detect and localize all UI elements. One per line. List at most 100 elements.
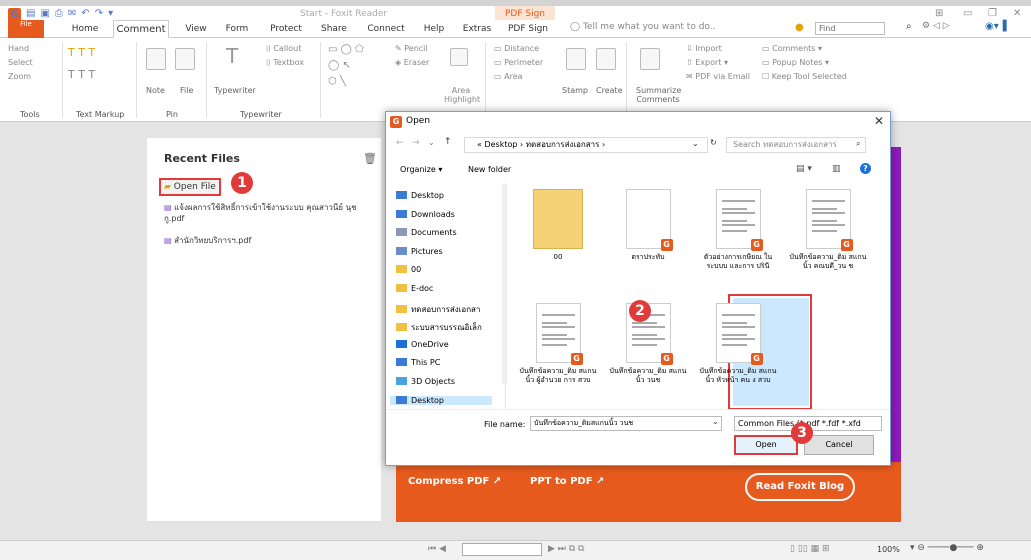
distance-button[interactable]: ▭ Distance <box>494 44 539 53</box>
help-icon[interactable]: ? <box>860 163 871 174</box>
user-icon[interactable]: ◉▾▐ <box>985 21 1006 32</box>
new-folder-button[interactable]: New folder <box>468 165 511 174</box>
strikeout-icon[interactable]: T T T <box>68 68 95 81</box>
file-item[interactable]: G บันทึกข้อความ_ติม สแกนนิ้ว คณบดี_วน ช <box>788 189 868 271</box>
nav-item[interactable]: This PC <box>396 358 440 367</box>
nav-item[interactable]: 00 <box>396 265 421 274</box>
tab-file[interactable]: File <box>8 20 44 38</box>
nav-item[interactable]: Documents <box>396 228 457 237</box>
tab-protect[interactable]: Protect <box>265 20 307 38</box>
minimize-icon[interactable]: ▭ <box>963 8 972 19</box>
tab-home[interactable]: Home <box>70 20 100 38</box>
import-button[interactable]: ⇩ Import <box>686 44 722 53</box>
forward-icon[interactable]: → <box>412 138 420 148</box>
file-button[interactable]: File <box>180 86 193 95</box>
keep-tool-selected-checkbox[interactable]: ☐ Keep Tool Selected <box>762 72 847 81</box>
nav-item[interactable]: Desktop <box>390 395 492 405</box>
nav-item[interactable]: E-doc <box>396 284 433 293</box>
folder-search-input[interactable]: Search ทดสอบการส่งเอกสาร <box>726 137 866 153</box>
shapes-icon[interactable]: ▭ ◯ ⬠ <box>328 44 364 55</box>
area-button[interactable]: ▭ Area <box>494 72 523 81</box>
eraser-button[interactable]: ◈ Eraser <box>395 58 429 67</box>
arrow-icon[interactable]: ◯ ↖ <box>328 60 351 71</box>
popup-notes-button[interactable]: ▭ Popup Notes ▾ <box>762 58 829 67</box>
read-blog-button[interactable]: Read Foxit Blog <box>745 473 855 501</box>
file-name-input[interactable]: บันทึกข้อความ_ติมสแกนนิ้ว วนช <box>530 416 722 431</box>
area-highlight-icon[interactable] <box>450 48 468 66</box>
tell-me-search[interactable]: ◯ Tell me what you want to do.. <box>570 22 716 32</box>
nav-item[interactable]: ระบบสารบรรณอิเล็ก <box>396 321 482 334</box>
polygon-icon[interactable]: ⬡ ╲ <box>328 76 346 87</box>
organize-button[interactable]: Organize ▾ <box>400 165 442 174</box>
close-icon[interactable]: ✕ <box>1013 8 1021 19</box>
chevron-down-icon[interactable]: ⌄ <box>712 417 719 426</box>
summarize-icon[interactable] <box>640 48 660 70</box>
recent-file-item[interactable]: ▤ แจ้งผลการใช้สิทธิ์การเข้าใช้งานระบบ คุ… <box>164 202 374 224</box>
note-icon[interactable] <box>146 48 166 70</box>
page-number-input[interactable] <box>462 543 542 556</box>
stamp-icon[interactable] <box>566 48 586 70</box>
refresh-icon[interactable]: ↻ <box>710 138 717 147</box>
textbox-button[interactable]: ⌷ Textbox <box>266 58 304 68</box>
select-tool[interactable]: Select <box>8 58 33 67</box>
tab-share[interactable]: Share <box>318 20 350 38</box>
summarize-button[interactable]: Summarize Comments <box>636 86 681 104</box>
stamp-button[interactable]: Stamp <box>562 86 588 95</box>
tab-connect[interactable]: Connect <box>364 20 408 38</box>
typewriter-icon[interactable]: T <box>226 44 238 68</box>
bulb-icon[interactable]: ● <box>795 22 804 33</box>
hand-tool[interactable]: Hand <box>8 44 29 53</box>
trash-icon[interactable]: 🗑 <box>363 152 377 165</box>
page-nav-next-icon[interactable]: ▶ ⏭ ⧉ ⧉ <box>548 544 584 554</box>
zoom-slider[interactable]: ▾ ⊖ ────●─── ⊕ <box>910 543 984 553</box>
file-item[interactable]: 00 <box>518 189 598 262</box>
open-button[interactable]: Open <box>734 435 798 455</box>
settings-icon[interactable]: ⚙ ◁ ▷ <box>922 21 950 31</box>
nav-item[interactable]: OneDrive <box>396 339 449 349</box>
view-options-icon[interactable]: ▤ ▾ <box>796 164 812 174</box>
back-icon[interactable]: ← <box>396 138 404 148</box>
callout-button[interactable]: ⌷ Callout <box>266 44 301 54</box>
zoom-tool[interactable]: Zoom <box>8 72 31 81</box>
create-stamp-icon[interactable] <box>596 48 616 70</box>
perimeter-button[interactable]: ▭ Perimeter <box>494 58 543 67</box>
close-icon[interactable]: ✕ <box>874 114 884 128</box>
note-button[interactable]: Note <box>146 86 165 95</box>
restore-icon[interactable]: ❐ <box>988 8 997 19</box>
nav-item[interactable]: Desktop <box>396 191 444 200</box>
tab-view[interactable]: View <box>182 20 210 38</box>
tab-form[interactable]: Form <box>222 20 252 38</box>
nav-scrollbar[interactable] <box>502 184 507 384</box>
create-button[interactable]: Create <box>596 86 623 95</box>
pdf-via-email-button[interactable]: ✉ PDF via Email <box>686 72 750 81</box>
nav-item[interactable]: Downloads <box>396 209 455 219</box>
search-icon[interactable]: ⌕ <box>906 21 912 32</box>
compress-pdf-link[interactable]: Compress PDF ↗ <box>408 476 501 487</box>
tab-extras[interactable]: Extras <box>460 20 494 38</box>
area-highlight-button[interactable]: Area Highlight <box>444 86 480 104</box>
file-item[interactable]: G ตัวอย่างการเกษียณ ในระบบบ และการ ปรินี <box>698 189 778 271</box>
find-input[interactable]: Find <box>815 22 885 35</box>
preview-pane-icon[interactable]: ▥ <box>832 164 841 174</box>
address-dropdown-icon[interactable]: ⌄ <box>692 139 699 148</box>
nav-item[interactable]: 3D Objects <box>396 377 455 386</box>
nav-item[interactable]: ทดสอบการส่งเอกสา <box>396 303 480 316</box>
file-item[interactable]: G ตราประทับ <box>608 189 688 262</box>
nav-item[interactable]: Pictures <box>396 246 443 256</box>
cancel-button[interactable]: Cancel <box>804 435 874 455</box>
export-button[interactable]: ⇧ Export ▾ <box>686 58 728 67</box>
open-file-button[interactable]: ▰ Open File <box>159 178 221 196</box>
up-icon[interactable]: ↑ <box>444 137 452 147</box>
recent-locations-icon[interactable]: ⌄ <box>428 138 435 147</box>
grid-icon[interactable]: ⊞ <box>935 8 943 19</box>
file-attach-icon[interactable] <box>175 48 195 70</box>
file-item[interactable]: G บันทึกข้อความ_ติม สแกนนิ้ว หัวหน้า คน ง… <box>698 303 778 385</box>
tab-pdf-sign[interactable]: PDF Sign <box>505 20 551 38</box>
address-path[interactable]: « Desktop › ทดสอบการส่งเอกสาร › <box>464 137 708 153</box>
ppt-to-pdf-link[interactable]: PPT to PDF ↗ <box>530 476 604 487</box>
pencil-button[interactable]: ✎ Pencil <box>395 44 428 53</box>
comments-button[interactable]: ▭ Comments ▾ <box>762 44 822 53</box>
recent-file-item[interactable]: ▤ สำนักวิทยบริการฯ.pdf <box>164 234 251 247</box>
tab-help[interactable]: Help <box>420 20 448 38</box>
file-item[interactable]: G บันทึกข้อความ_ติม สแกนนิ้ว ผู้อำนวย การ… <box>518 303 598 385</box>
